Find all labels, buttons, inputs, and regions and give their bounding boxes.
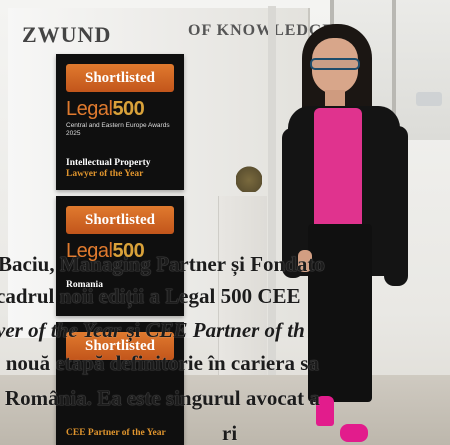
category-title: Intellectual Property [66,158,151,168]
caption-italic: CEE Partner of th [145,318,305,342]
caption-line: cadrul noii ediții a Legal 500 CEE [0,284,301,308]
caption-line: wyer of the Year și CEE Partner of th [0,318,305,343]
caption-line: n România. Ea este singurul avocat a [0,386,320,410]
wall-sign-left: ZWUND [22,22,112,47]
caption-overlay: Baciu, Managing Partner și Fondato cadru… [0,248,450,445]
caption-italic: wyer of the Year [0,318,122,342]
shortlisted-badge: Shortlisted [66,206,174,234]
pink-top [314,108,362,226]
caption-text: și [121,318,146,342]
caption-line: ri [222,421,238,445]
plant [236,162,262,192]
shortlisted-badge: Shortlisted [66,64,174,92]
caption-line: Baciu, Managing Partner și Fondato [0,252,325,276]
glasses-icon [310,58,360,70]
caption-line: o nouă etapă definitorie în cariera sa [0,351,319,375]
photo-scene: ZWUND OF KNOWLEDGE Shortlisted Legal500 … [0,0,450,445]
award-category: Intellectual Property Lawyer of the Year [66,158,178,180]
category-award: Lawyer of the Year [66,169,144,179]
award-card-ip-lawyer: Shortlisted Legal500 Central and Eastern… [56,54,184,190]
logo-number: 500 [112,98,145,120]
award-subtitle: Central and Eastern Europe Awards 2025 [66,122,170,137]
logo-prefix: Legal [66,98,113,120]
legal500-logo: Legal500 [66,98,145,121]
